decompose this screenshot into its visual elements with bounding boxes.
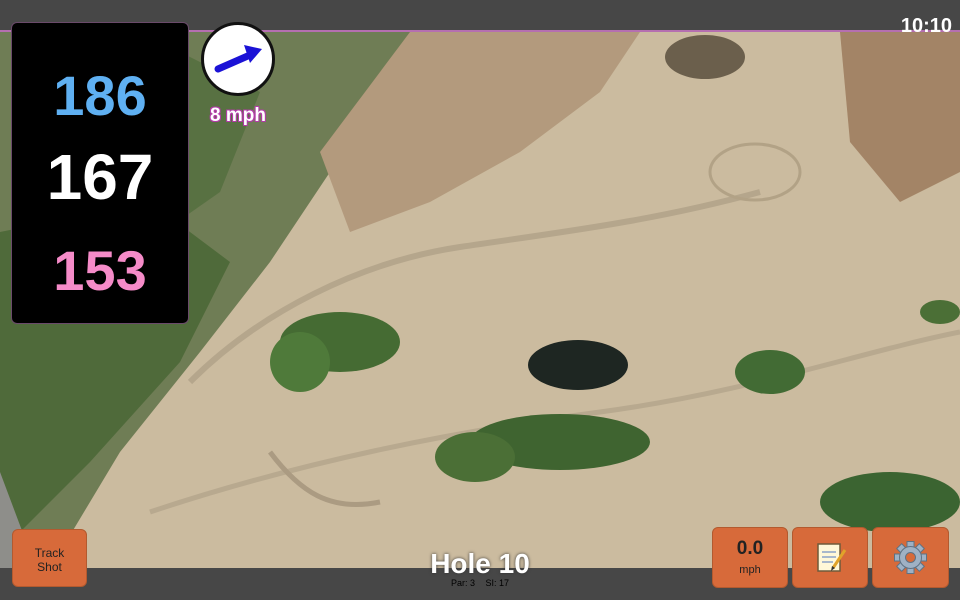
speed-button[interactable]: 0.0 mph	[712, 527, 788, 588]
wind-indicator	[201, 22, 275, 96]
front-distance: 153	[53, 239, 147, 302]
track-shot-label-line1: Track	[34, 546, 65, 560]
hole-stroke-index: SI: 17	[485, 578, 510, 588]
wind-speed: 8 mph	[210, 105, 266, 126]
speed-value: 0.0	[736, 538, 764, 559]
settings-button[interactable]	[872, 527, 949, 588]
notes-button[interactable]	[792, 527, 868, 588]
notepad-icon	[817, 543, 847, 572]
distance-panel: 186 167 153	[11, 22, 189, 324]
gear-icon	[894, 541, 927, 574]
wind-direction-arrow-icon	[214, 45, 262, 73]
middle-distance: 167	[46, 141, 154, 213]
hole-info: Par: 3 SI: 17	[380, 578, 580, 588]
hole-title: Hole 10	[430, 548, 530, 579]
speed-unit: mph	[739, 564, 761, 576]
back-distance: 186	[53, 64, 147, 127]
track-shot-button[interactable]: Track Shot	[12, 529, 87, 587]
track-shot-label-line2: Shot	[37, 560, 62, 574]
hole-par: Par: 3	[450, 578, 475, 588]
clock: 10:10	[900, 15, 952, 37]
